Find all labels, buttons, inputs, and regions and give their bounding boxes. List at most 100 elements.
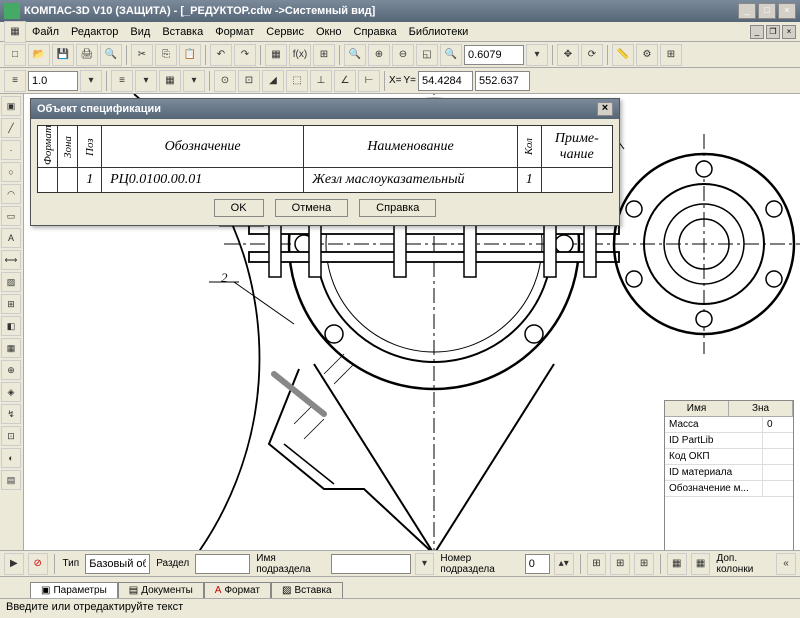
print-icon[interactable]: 🖨: [76, 44, 98, 66]
spec-row[interactable]: 1 РЦ0.0100.00.01 Жезл маслоуказательный …: [38, 168, 613, 193]
maximize-button[interactable]: □: [758, 3, 776, 19]
tool-icon[interactable]: ▦: [265, 44, 287, 66]
tool-icon[interactable]: ⊞: [1, 294, 21, 314]
line-icon[interactable]: ╱: [1, 118, 21, 138]
snap-icon[interactable]: ◢: [262, 70, 284, 92]
mdi-minimize[interactable]: _: [750, 25, 764, 39]
grid-icon[interactable]: ⊞: [587, 553, 607, 575]
cancel-button[interactable]: Отмена: [275, 199, 348, 217]
arrow-icon[interactable]: ▶: [4, 553, 24, 575]
tool-icon[interactable]: ⊡: [1, 426, 21, 446]
coord-x-input[interactable]: [418, 71, 473, 91]
open-icon[interactable]: 📂: [28, 44, 50, 66]
dropdown-icon[interactable]: ▾: [135, 70, 157, 92]
tool-icon[interactable]: ⊞: [313, 44, 335, 66]
coord-y-input[interactable]: [475, 71, 530, 91]
cell-zona[interactable]: [58, 168, 78, 193]
snap-icon[interactable]: ⊢: [358, 70, 380, 92]
paste-icon[interactable]: 📋: [179, 44, 201, 66]
tool-icon[interactable]: ◈: [1, 382, 21, 402]
preview-icon[interactable]: 🔍: [100, 44, 122, 66]
measure-icon[interactable]: 📏: [612, 44, 634, 66]
prop-col-name[interactable]: Имя: [665, 401, 729, 416]
minimize-button[interactable]: _: [738, 3, 756, 19]
scale-input[interactable]: [28, 71, 78, 91]
mdi-restore[interactable]: ❐: [766, 25, 780, 39]
zoom-in-icon[interactable]: ⊕: [368, 44, 390, 66]
tool-icon[interactable]: ▦: [691, 553, 711, 575]
tool-icon[interactable]: ⊕: [1, 360, 21, 380]
tool-icon[interactable]: ⊞: [660, 44, 682, 66]
tab-format[interactable]: AФормат: [204, 582, 271, 598]
tool-icon[interactable]: ▦: [667, 553, 687, 575]
snap-icon[interactable]: ⊡: [238, 70, 260, 92]
grid-icon[interactable]: ⊞: [634, 553, 654, 575]
menu-insert[interactable]: Вставка: [156, 24, 209, 40]
snap-icon[interactable]: ⬚: [286, 70, 308, 92]
prop-col-value[interactable]: Зна: [729, 401, 793, 416]
tool-icon[interactable]: ▤: [1, 470, 21, 490]
hatch-icon[interactable]: ▨: [1, 272, 21, 292]
cell-prim[interactable]: [541, 168, 612, 193]
undo-icon[interactable]: ↶: [210, 44, 232, 66]
tool-icon[interactable]: ⚙: [636, 44, 658, 66]
zoom-realtime-icon[interactable]: 🔍: [440, 44, 462, 66]
menu-file[interactable]: Файл: [26, 24, 65, 40]
dim-icon[interactable]: ⟷: [1, 250, 21, 270]
rotate-icon[interactable]: ⟳: [581, 44, 603, 66]
menu-window[interactable]: Окно: [310, 24, 348, 40]
menu-editor[interactable]: Редактор: [65, 24, 124, 40]
cell-oboz[interactable]: РЦ0.0100.00.01: [102, 168, 304, 193]
layer-icon[interactable]: ≡: [4, 70, 26, 92]
dropdown-icon[interactable]: ▾: [80, 70, 102, 92]
tool-icon[interactable]: ◐: [1, 448, 21, 468]
menu-format[interactable]: Формат: [209, 24, 260, 40]
app-menu-icon[interactable]: ▦: [4, 21, 26, 43]
zoom-window-icon[interactable]: 🔍: [344, 44, 366, 66]
spinner-icon[interactable]: ▴▾: [554, 553, 574, 575]
select-icon[interactable]: ▣: [1, 96, 21, 116]
dialog-titlebar[interactable]: Объект спецификации ×: [31, 99, 619, 119]
new-icon[interactable]: □: [4, 44, 26, 66]
tool-icon[interactable]: ▦: [1, 338, 21, 358]
zoom-out-icon[interactable]: ⊖: [392, 44, 414, 66]
save-icon[interactable]: 💾: [52, 44, 74, 66]
redo-icon[interactable]: ↷: [234, 44, 256, 66]
text-icon[interactable]: A: [1, 228, 21, 248]
snap-icon[interactable]: ⊙: [214, 70, 236, 92]
razdel-input[interactable]: [195, 554, 250, 574]
dropdown-icon[interactable]: ▾: [526, 44, 548, 66]
tab-insert[interactable]: ▨Вставка: [271, 582, 343, 598]
menu-help[interactable]: Справка: [348, 24, 403, 40]
cut-icon[interactable]: ✂: [131, 44, 153, 66]
type-input[interactable]: [85, 554, 150, 574]
zoom-fit-icon[interactable]: ◱: [416, 44, 438, 66]
tool-icon[interactable]: ◧: [1, 316, 21, 336]
dialog-close-button[interactable]: ×: [597, 102, 613, 116]
help-button[interactable]: Справка: [359, 199, 436, 217]
cell-poz[interactable]: 1: [78, 168, 102, 193]
close-button[interactable]: ×: [778, 3, 796, 19]
nomer-input[interactable]: [525, 554, 550, 574]
snap-icon[interactable]: ∠: [334, 70, 356, 92]
menu-view[interactable]: Вид: [124, 24, 156, 40]
linetype-icon[interactable]: ≡: [111, 70, 133, 92]
cell-naim[interactable]: Жезл маслоуказательный: [304, 168, 518, 193]
color-icon[interactable]: ▦: [159, 70, 181, 92]
tab-params[interactable]: ▣Параметры: [30, 582, 118, 598]
point-icon[interactable]: ·: [1, 140, 21, 160]
arc-icon[interactable]: ◠: [1, 184, 21, 204]
tab-documents[interactable]: ▤Документы: [118, 582, 204, 598]
grid-icon[interactable]: ⊞: [610, 553, 630, 575]
mdi-close[interactable]: ×: [782, 25, 796, 39]
menu-service[interactable]: Сервис: [260, 24, 310, 40]
imya-input[interactable]: [331, 554, 411, 574]
menu-libraries[interactable]: Библиотеки: [403, 24, 475, 40]
pan-icon[interactable]: ✥: [557, 44, 579, 66]
dropdown-icon[interactable]: ▾: [183, 70, 205, 92]
copy-icon[interactable]: ⎘: [155, 44, 177, 66]
tool-icon[interactable]: ↯: [1, 404, 21, 424]
rect-icon[interactable]: ▭: [1, 206, 21, 226]
stop-icon[interactable]: ⊘: [28, 553, 48, 575]
cell-format[interactable]: [38, 168, 58, 193]
